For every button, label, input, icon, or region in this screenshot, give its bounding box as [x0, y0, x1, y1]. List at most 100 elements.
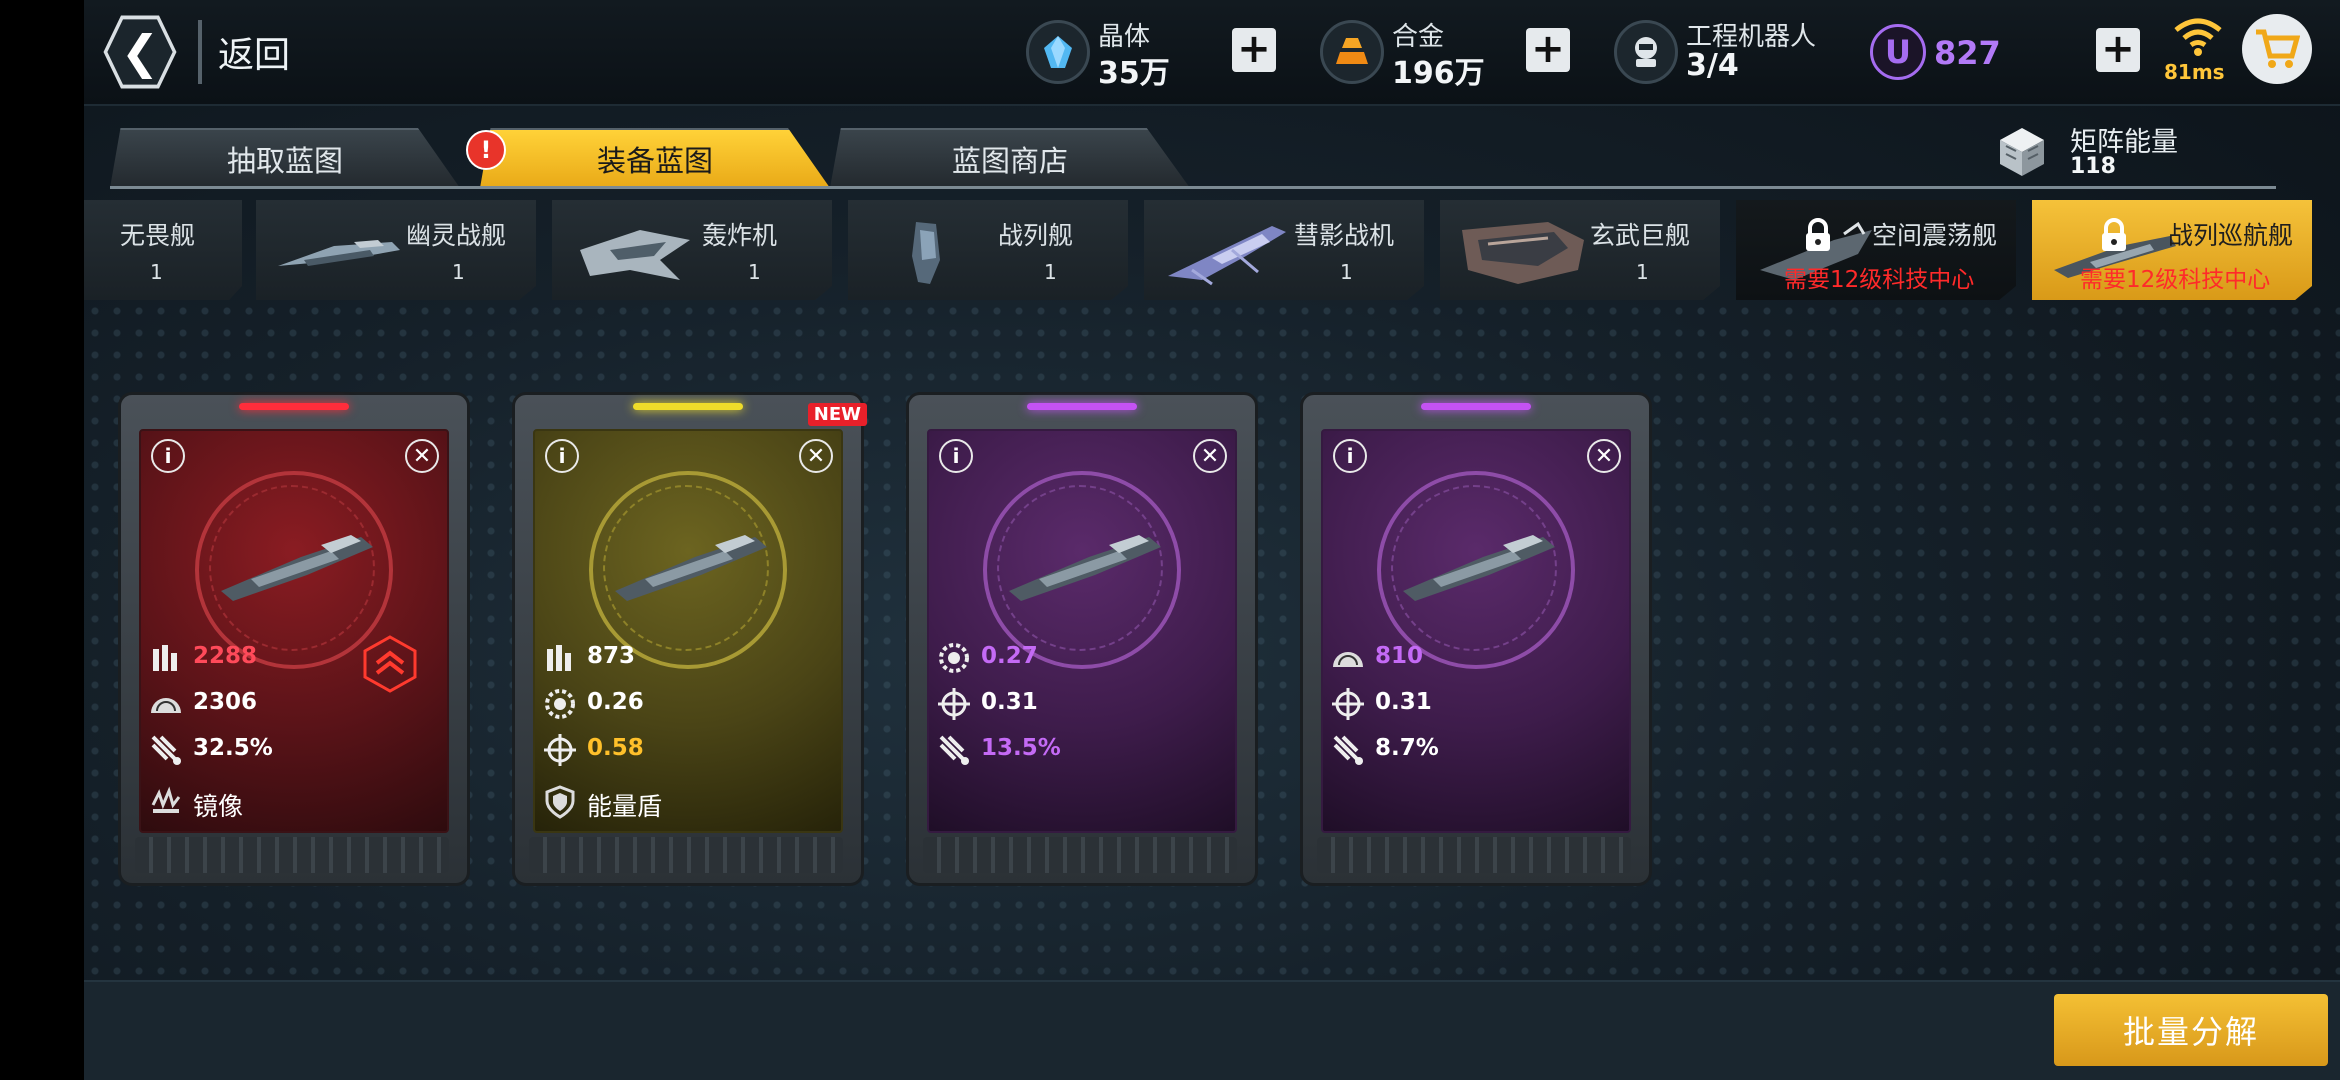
- ghost-warship-icon: [278, 240, 400, 266]
- stat-value: 0.27: [981, 643, 1038, 669]
- info-icon[interactable]: i: [545, 439, 579, 473]
- back-label[interactable]: 返回: [218, 26, 290, 78]
- u-currency-value: 827: [1934, 34, 2001, 72]
- blueprint-card[interactable]: NEW i ✕ 873 0.26 0.58 能量盾: [512, 392, 867, 886]
- category-count: 1: [1340, 260, 1353, 284]
- tab-label: 装备蓝图: [596, 144, 713, 178]
- cart-icon: [2256, 29, 2300, 68]
- stat-value: 873: [587, 643, 636, 669]
- close-icon[interactable]: ✕: [799, 439, 833, 473]
- cruiser-ship-icon: [615, 535, 767, 601]
- info-icon[interactable]: i: [939, 439, 973, 473]
- category-name: 空间震荡舰: [1872, 221, 1998, 250]
- category-name: 幽灵战舰: [406, 221, 507, 250]
- stat-value: 2288: [193, 643, 258, 669]
- stat-value: 0.31: [1375, 689, 1432, 715]
- add-currency-button[interactable]: +: [2096, 28, 2140, 72]
- shop-cart-button[interactable]: [2242, 14, 2312, 84]
- card-frame: i ✕ 873 0.26 0.58 能量盾: [533, 429, 843, 833]
- battleship-icon: [912, 222, 940, 284]
- info-icon[interactable]: i: [151, 439, 185, 473]
- stat-value: 8.7%: [1375, 735, 1439, 761]
- category-battleship[interactable]: 战列舰 1: [848, 200, 1128, 300]
- lock-icon: [2102, 218, 2126, 251]
- alert-icon: !: [466, 130, 506, 170]
- rarity-bar: [1421, 403, 1531, 410]
- card-footer: [923, 837, 1237, 873]
- armor-icon: [1333, 652, 1363, 667]
- tab-equip-blueprint[interactable]: 装备蓝图: [480, 128, 830, 188]
- category-count: 1: [452, 260, 465, 284]
- tab-blueprint-shop[interactable]: 蓝图商店: [830, 128, 1190, 188]
- stat-value: 镜像: [193, 792, 244, 821]
- resource-value: 196万: [1392, 56, 1485, 91]
- category-name: 战列舰: [998, 221, 1074, 250]
- stat-value: 2306: [193, 689, 258, 715]
- blueprint-card[interactable]: i ✕ 2288 2306 32.5% 镜像: [118, 392, 470, 886]
- divider: [198, 20, 202, 84]
- resource-value: 35万: [1098, 56, 1170, 91]
- comet-fighter-icon: [1168, 226, 1286, 286]
- stat-value: 32.5%: [193, 735, 273, 761]
- cruiser-ship-icon: [1009, 535, 1161, 601]
- category-requirement: 需要12级科技中心: [1784, 267, 1975, 293]
- close-icon[interactable]: ✕: [1193, 439, 1227, 473]
- bulk-decompose-button[interactable]: 批量分解: [2054, 994, 2328, 1066]
- tab-underline: [110, 186, 2276, 189]
- category-bomber[interactable]: 轰炸机 1: [552, 200, 832, 300]
- category-comet-fighter[interactable]: 彗影战机 1: [1144, 200, 1424, 300]
- close-icon[interactable]: ✕: [405, 439, 439, 473]
- new-badge: NEW: [807, 403, 867, 426]
- add-crystal-button[interactable]: +: [1232, 28, 1276, 72]
- crosshair-icon: [1332, 688, 1364, 720]
- missile-icon: [151, 735, 181, 765]
- stat-value: 13.5%: [981, 735, 1061, 761]
- matrix-energy: 矩阵能量 118: [1994, 118, 2254, 188]
- card-frame: i ✕ 810 0.31 8.7%: [1321, 429, 1631, 833]
- category-battlecruiser[interactable]: 战列巡航舰 需要12级科技中心: [2032, 200, 2312, 300]
- shield-icon: [545, 785, 575, 819]
- category-dreadnought[interactable]: 无畏舰 1: [84, 200, 242, 300]
- matrix-energy-value: 118: [2070, 154, 2116, 179]
- blueprint-card[interactable]: i ✕ 0.27 0.31 13.5%: [906, 392, 1258, 886]
- category-name: 战列巡航舰: [2168, 221, 2294, 250]
- category-count: 1: [1636, 260, 1649, 284]
- tab-label: 蓝图商店: [951, 144, 1068, 178]
- blueprint-card[interactable]: i ✕ 810 0.31 8.7%: [1300, 392, 1652, 886]
- card-frame: i ✕ 0.27 0.31 13.5%: [927, 429, 1237, 833]
- rank-up-icon: [363, 635, 417, 693]
- card-footer: [529, 837, 843, 873]
- chevron-left-icon: ❮: [107, 19, 173, 85]
- missile-icon: [1333, 735, 1363, 765]
- card-frame: i ✕ 2288 2306 32.5% 镜像: [139, 429, 449, 833]
- rarity-bar: [633, 403, 743, 410]
- stat-value: 810: [1375, 643, 1424, 669]
- crosshair-icon: [544, 734, 576, 766]
- stat-value: 能量盾: [587, 792, 663, 821]
- close-icon[interactable]: ✕: [1587, 439, 1621, 473]
- ammo-icon: [153, 645, 177, 671]
- crystal-icon: [1026, 20, 1090, 84]
- category-xuanwu-giant[interactable]: 玄武巨舰 1: [1440, 200, 1720, 300]
- u-currency-icon: U: [1870, 24, 1926, 80]
- category-count: 1: [748, 260, 761, 284]
- card-footer: [135, 837, 449, 873]
- resource-alloy: 合金 196万: [1320, 14, 1520, 91]
- card-footer: [1317, 837, 1631, 873]
- category-space-shock-ship[interactable]: 空间震荡舰 需要12级科技中心: [1736, 200, 2016, 300]
- resource-crystal: 晶体 35万: [1026, 14, 1226, 91]
- cube-icon: [2000, 128, 2044, 176]
- gear-icon: [939, 643, 969, 673]
- info-icon[interactable]: i: [1333, 439, 1367, 473]
- robot-icon: [1614, 20, 1678, 84]
- cruiser-ship-icon: [1403, 535, 1555, 601]
- xuanwu-giant-icon: [1462, 222, 1584, 284]
- add-alloy-button[interactable]: +: [1526, 28, 1570, 72]
- ship-category-list: 无畏舰 1 幽灵战舰 1 轰炸机 1 战列舰 1 彗影战机 1 玄武巨舰 1 空…: [84, 200, 2340, 302]
- back-button[interactable]: ❮: [103, 15, 177, 89]
- bottom-bar: [84, 980, 2340, 1080]
- category-ghost-warship[interactable]: 幽灵战舰 1: [256, 200, 536, 300]
- tab-draw-blueprint[interactable]: 抽取蓝图: [110, 128, 460, 188]
- category-requirement: 需要12级科技中心: [2080, 267, 2271, 293]
- cruiser-ship-icon: [221, 535, 373, 601]
